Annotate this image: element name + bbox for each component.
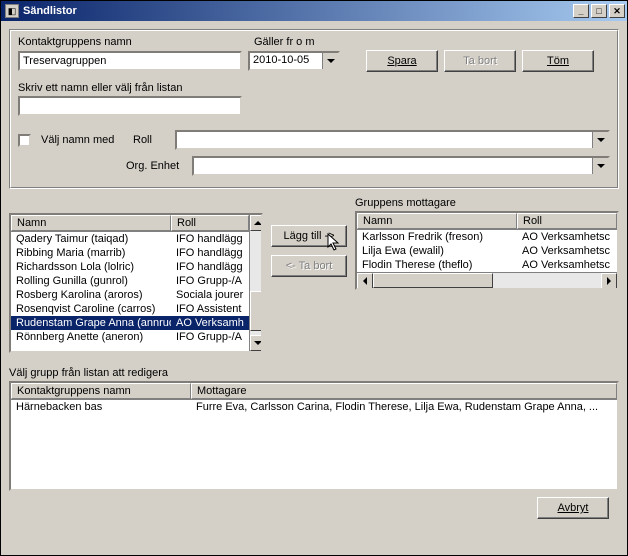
col-name[interactable]: Namn <box>357 213 517 229</box>
list-item[interactable]: Flodin Therese (theflo)AO Verksamhetsc <box>357 258 617 272</box>
col-role[interactable]: Roll <box>517 213 617 229</box>
scroll-left-icon[interactable] <box>357 273 373 289</box>
client-area: Kontaktgruppens namn Gäller fr o m 2010-… <box>1 21 627 555</box>
recipients-list-body[interactable]: Karlsson Fredrik (freson)AO Verksamhetsc… <box>357 230 617 272</box>
cell-name: Rönnberg Anette (aneron) <box>11 331 171 343</box>
delete-button: Ta bort <box>444 50 516 72</box>
valid-from-date[interactable]: 2010-10-05 <box>248 51 340 71</box>
col-name[interactable]: Namn <box>11 215 171 231</box>
group-name-label: Kontaktgruppens namn <box>18 36 248 48</box>
list-item[interactable]: Rosenqvist Caroline (carros)IFO Assisten… <box>11 302 249 316</box>
maximize-button[interactable]: □ <box>591 4 607 18</box>
cell-group-name: Härnebacken bas <box>11 401 191 413</box>
cell-name: Flodin Therese (theflo) <box>357 259 517 271</box>
close-button[interactable]: ✕ <box>609 4 625 18</box>
scroll-thumb[interactable] <box>250 291 263 331</box>
cell-role: IFO Assistent <box>171 303 249 315</box>
cell-role: Sociala jourer <box>171 289 249 301</box>
scrollbar-vertical[interactable] <box>249 215 263 351</box>
recipients-list[interactable]: Namn Roll Karlsson Fredrik (freson)AO Ve… <box>355 211 619 290</box>
titlebar: ◧ Sändlistor _ □ ✕ <box>1 1 627 21</box>
select-name-with-label: Välj namn med <box>41 134 127 146</box>
cell-role: AO Verksamh <box>171 317 249 329</box>
clear-button[interactable]: Töm <box>522 50 594 72</box>
select-name-with-checkbox[interactable] <box>18 134 31 147</box>
group-name-input[interactable] <box>18 51 242 71</box>
type-name-label: Skriv ett namn eller välj från listan <box>18 82 610 94</box>
cell-role: AO Verksamhetsc <box>517 245 617 257</box>
valid-from-label: Gäller fr o m <box>254 36 344 48</box>
groups-list-body[interactable]: Härnebacken basFurre Eva, Carlsson Carin… <box>11 400 617 489</box>
list-item[interactable]: Rolling Gunilla (gunrol)IFO Grupp-/A <box>11 274 249 288</box>
cell-name: Richardsson Lola (lolric) <box>11 261 171 273</box>
cell-name: Qadery Taimur (taiqad) <box>11 233 171 245</box>
scroll-track[interactable] <box>493 273 601 288</box>
select-group-label: Välj grupp från listan att redigera <box>9 367 619 379</box>
dropdown-icon[interactable] <box>592 158 608 174</box>
source-list[interactable]: Namn Roll Qadery Taimur (taiqad)IFO hand… <box>9 213 263 353</box>
col-recipients[interactable]: Mottagare <box>191 383 617 399</box>
cell-name: Rosberg Karolina (aroros) <box>11 289 171 301</box>
cell-role: AO Verksamhetsc <box>517 259 617 271</box>
list-item[interactable]: Härnebacken basFurre Eva, Carlsson Carin… <box>11 400 617 414</box>
cell-name: Rudenstam Grape Anna (annrud) <box>11 317 171 329</box>
role-value <box>177 132 592 148</box>
list-item[interactable]: Rosberg Karolina (aroros)Sociala jourer <box>11 288 249 302</box>
cell-name: Karlsson Fredrik (freson) <box>357 231 517 243</box>
list-item[interactable]: Qadery Taimur (taiqad)IFO handlägg <box>11 232 249 246</box>
scroll-thumb[interactable] <box>373 273 493 288</box>
app-icon: ◧ <box>5 4 19 18</box>
org-unit-value <box>194 158 592 174</box>
dropdown-icon[interactable] <box>322 53 338 69</box>
window-buttons: _ □ ✕ <box>573 4 625 18</box>
cell-role: IFO handlägg <box>171 261 249 273</box>
scrollbar-horizontal[interactable] <box>357 272 617 288</box>
window: ◧ Sändlistor _ □ ✕ Kontaktgruppens namn … <box>0 0 628 556</box>
source-list-body[interactable]: Qadery Taimur (taiqad)IFO handläggRibbin… <box>11 232 249 351</box>
cell-role: IFO handlägg <box>171 233 249 245</box>
scroll-track[interactable] <box>250 231 263 291</box>
list-item[interactable]: Karlsson Fredrik (freson)AO Verksamhetsc <box>357 230 617 244</box>
cell-role: IFO Grupp-/A <box>171 331 249 343</box>
remove-button: <- Ta bort <box>271 255 347 277</box>
top-group: Kontaktgruppens namn Gäller fr o m 2010-… <box>9 29 619 189</box>
type-name-input[interactable] <box>18 96 242 116</box>
source-list-header: Namn Roll <box>11 215 249 232</box>
minimize-button[interactable]: _ <box>573 4 589 18</box>
org-unit-combo[interactable] <box>192 156 610 176</box>
scroll-right-icon[interactable] <box>601 273 617 289</box>
cancel-button[interactable]: Avbryt <box>537 497 609 519</box>
bottom-button-bar: Avbryt <box>9 491 619 529</box>
col-group-name[interactable]: Kontaktgruppens namn <box>11 383 191 399</box>
cell-name: Rosenqvist Caroline (carros) <box>11 303 171 315</box>
cell-role: IFO Grupp-/A <box>171 275 249 287</box>
valid-from-value: 2010-10-05 <box>250 53 322 69</box>
recipients-list-header: Namn Roll <box>357 213 617 230</box>
scroll-up-icon[interactable] <box>250 215 263 231</box>
cell-name: Rolling Gunilla (gunrol) <box>11 275 171 287</box>
scroll-down-icon[interactable] <box>250 335 263 351</box>
list-item[interactable]: Lilja Ewa (ewalil)AO Verksamhetsc <box>357 244 617 258</box>
list-item[interactable]: Richardsson Lola (lolric)IFO handlägg <box>11 260 249 274</box>
groups-list[interactable]: Kontaktgruppens namn Mottagare Härneback… <box>9 381 619 491</box>
org-unit-label: Org. Enhet <box>126 160 186 172</box>
add-button[interactable]: Lägg till -> <box>271 225 347 247</box>
save-button[interactable]: Spara <box>366 50 438 72</box>
role-label: Roll <box>133 134 169 146</box>
groups-list-header: Kontaktgruppens namn Mottagare <box>11 383 617 400</box>
cell-name: Lilja Ewa (ewalil) <box>357 245 517 257</box>
cell-role: IFO handlägg <box>171 247 249 259</box>
col-role[interactable]: Roll <box>171 215 249 231</box>
dropdown-icon[interactable] <box>592 132 608 148</box>
role-combo[interactable] <box>175 130 610 150</box>
cell-name: Ribbing Maria (marrib) <box>11 247 171 259</box>
list-item[interactable]: Rönnberg Anette (aneron)IFO Grupp-/A <box>11 330 249 344</box>
cell-recipients: Furre Eva, Carlsson Carina, Flodin There… <box>191 401 617 413</box>
list-item[interactable]: Ribbing Maria (marrib)IFO handlägg <box>11 246 249 260</box>
recipients-label: Gruppens mottagare <box>355 197 619 209</box>
cell-role: AO Verksamhetsc <box>517 231 617 243</box>
window-title: Sändlistor <box>23 5 573 17</box>
list-item[interactable]: Rudenstam Grape Anna (annrud)AO Verksamh <box>11 316 249 330</box>
